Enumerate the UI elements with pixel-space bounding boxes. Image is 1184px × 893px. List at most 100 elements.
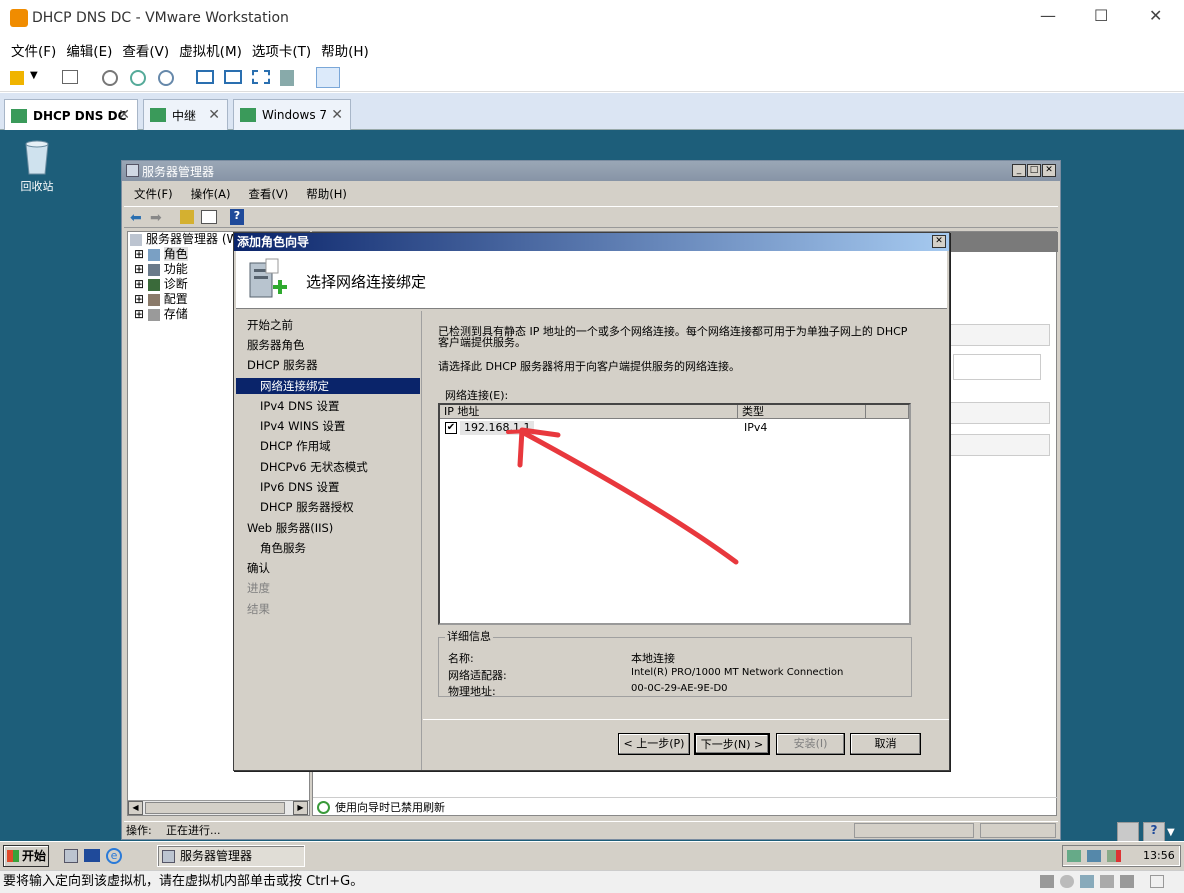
snapshot-manager-icon[interactable]	[158, 70, 174, 86]
menu-view[interactable]: 查看(V)	[248, 186, 288, 202]
menu-edit[interactable]: 编辑(E)	[66, 40, 112, 60]
collapsed-section	[950, 324, 1050, 346]
row-checkbox[interactable]: ✔	[445, 422, 457, 434]
maximize-icon[interactable]: □	[1027, 164, 1041, 177]
snapshot-icon[interactable]	[102, 70, 118, 86]
features-icon	[147, 263, 160, 276]
taskbar-item-server-manager[interactable]: 服务器管理器	[157, 845, 305, 867]
tab-windows-7[interactable]: Windows 7 ✕	[233, 99, 351, 130]
revert-snapshot-icon[interactable]	[130, 70, 146, 86]
status-pane	[980, 823, 1056, 838]
printer-icon[interactable]	[1100, 875, 1114, 888]
wizard-step[interactable]: 确认	[236, 560, 420, 576]
recycle-bin-icon[interactable]	[20, 136, 54, 176]
hard-disk-icon[interactable]	[1040, 875, 1054, 888]
forward-arrow-icon[interactable]: ➡	[150, 210, 162, 226]
cancel-button[interactable]: 取消	[850, 733, 921, 755]
menu-file[interactable]: 文件(F)	[11, 40, 56, 60]
vm-icon	[240, 108, 256, 122]
internet-explorer-icon[interactable]: e	[106, 848, 122, 864]
minimize-icon[interactable]: _	[1012, 164, 1026, 177]
chevron-down-icon[interactable]: ▼	[1167, 827, 1175, 838]
help-icon[interactable]: ?	[230, 209, 244, 225]
network-icon[interactable]	[62, 70, 78, 84]
menu-file[interactable]: 文件(F)	[134, 186, 173, 202]
vmware-menu-bar: 文件(F) 编辑(E) 查看(V) 虚拟机(M) 选项卡(T) 帮助(H)	[0, 36, 1184, 64]
menu-tabs[interactable]: 选项卡(T)	[252, 40, 311, 60]
vm-tab-strip: DHCP DNS DC ✕ 中继 ✕ Windows 7 ✕	[0, 93, 1184, 131]
next-button[interactable]: 下一步(N) >	[694, 733, 770, 755]
refresh-icon	[317, 801, 330, 814]
wizard-step[interactable]: IPv4 DNS 设置	[236, 398, 420, 414]
wizard-step[interactable]: DHCP 服务器授权	[236, 499, 420, 515]
wizard-step[interactable]: DHCPv6 无状态模式	[236, 459, 420, 475]
show-hide-tree-icon[interactable]	[201, 210, 217, 224]
wizard-step[interactable]: DHCP 服务器	[236, 357, 420, 373]
pause-icon[interactable]	[10, 71, 24, 85]
network-adapter-icon[interactable]	[1080, 875, 1094, 888]
wizard-step: 结果	[247, 602, 270, 616]
tree-horizontal-scrollbar[interactable]: ◀ ▶	[128, 800, 309, 815]
wizard-step[interactable]: DHCP 作用域	[236, 438, 420, 454]
description-line-2: 客户端提供服务。	[438, 336, 526, 349]
scroll-thumb[interactable]	[145, 802, 285, 814]
wizard-step[interactable]: Web 服务器(IIS)	[236, 520, 420, 536]
details-adapter-value: Intel(R) PRO/1000 MT Network Connection	[631, 667, 844, 678]
close-tab-icon[interactable]: ✕	[331, 107, 343, 123]
wizard-step[interactable]: IPv6 DNS 设置	[236, 479, 420, 495]
console-view-icon[interactable]	[224, 70, 242, 84]
menu-help[interactable]: 帮助(H)	[321, 40, 369, 60]
clock[interactable]: 13:56	[1143, 849, 1175, 862]
wizard-step[interactable]: 角色服务	[236, 540, 420, 556]
scroll-left-icon[interactable]: ◀	[128, 801, 143, 815]
scroll-right-icon[interactable]: ▶	[293, 801, 308, 815]
menu-action[interactable]: 操作(A)	[191, 186, 231, 202]
printer-icon[interactable]	[1117, 822, 1139, 842]
message-log-icon[interactable]	[1150, 875, 1164, 888]
stretch-view-icon[interactable]	[316, 67, 340, 88]
column-header-type[interactable]: 类型	[738, 405, 866, 419]
recycle-bin-label: 回收站	[20, 180, 54, 193]
wizard-step[interactable]: IPv4 WINS 设置	[236, 418, 420, 434]
tab-relay[interactable]: 中继 ✕	[143, 99, 228, 130]
configuration-icon	[147, 293, 160, 306]
help-icon[interactable]: ?	[1143, 822, 1165, 842]
menu-view[interactable]: 查看(V)	[122, 40, 169, 60]
display-icon[interactable]	[1120, 875, 1134, 888]
details-mac-value: 00-0C-29-AE-9E-D0	[631, 683, 728, 694]
menu-help[interactable]: 帮助(H)	[306, 186, 347, 202]
close-icon[interactable]: ✕	[932, 235, 946, 248]
wizard-step[interactable]: 服务器角色	[236, 337, 420, 353]
server-manager-title: 服务器管理器	[142, 164, 215, 179]
maximize-icon[interactable]: ☐	[1094, 6, 1108, 25]
server-manager-menu-bar: 文件(F) 操作(A) 查看(V) 帮助(H)	[122, 183, 1060, 205]
fullscreen-icon[interactable]	[252, 70, 270, 84]
close-icon[interactable]: ✕	[1042, 164, 1056, 177]
menu-vm[interactable]: 虚拟机(M)	[179, 40, 242, 60]
start-button[interactable]: 开始	[3, 845, 49, 867]
tray-network-warning-icon[interactable]	[1107, 850, 1121, 862]
server-manager-quicklaunch-icon[interactable]	[64, 849, 78, 863]
back-arrow-icon[interactable]: ⬅	[130, 210, 142, 226]
sidebar-icon[interactable]	[196, 70, 214, 84]
wizard-step[interactable]: 网络连接绑定	[236, 378, 420, 394]
tray-network-icon[interactable]	[1067, 850, 1081, 862]
cd-rom-icon[interactable]	[1060, 875, 1074, 888]
details-name-value: 本地连接	[631, 652, 675, 665]
previous-button[interactable]: < 上一步(P)	[618, 733, 690, 755]
server-manager-status-bar: 操作: 正在进行...	[124, 821, 1058, 838]
tray-monitor-icon[interactable]	[1087, 850, 1101, 862]
unity-icon[interactable]	[280, 70, 294, 86]
up-folder-icon[interactable]	[180, 210, 194, 224]
close-tab-icon[interactable]: ✕	[208, 107, 220, 123]
vmware-logo-icon	[10, 9, 28, 27]
chevron-down-icon[interactable]: ▼	[30, 70, 38, 81]
close-icon[interactable]: ✕	[1149, 6, 1162, 25]
wizard-step[interactable]: 开始之前	[236, 317, 420, 333]
network-connections-label: 网络连接(E):	[445, 389, 509, 402]
powershell-icon[interactable]	[84, 849, 100, 862]
install-button[interactable]: 安装(I)	[776, 733, 845, 755]
tab-dhcp-dns-dc[interactable]: DHCP DNS DC ✕	[4, 99, 138, 131]
minimize-icon[interactable]: —	[1040, 6, 1056, 25]
close-tab-icon[interactable]: ✕	[118, 107, 130, 123]
